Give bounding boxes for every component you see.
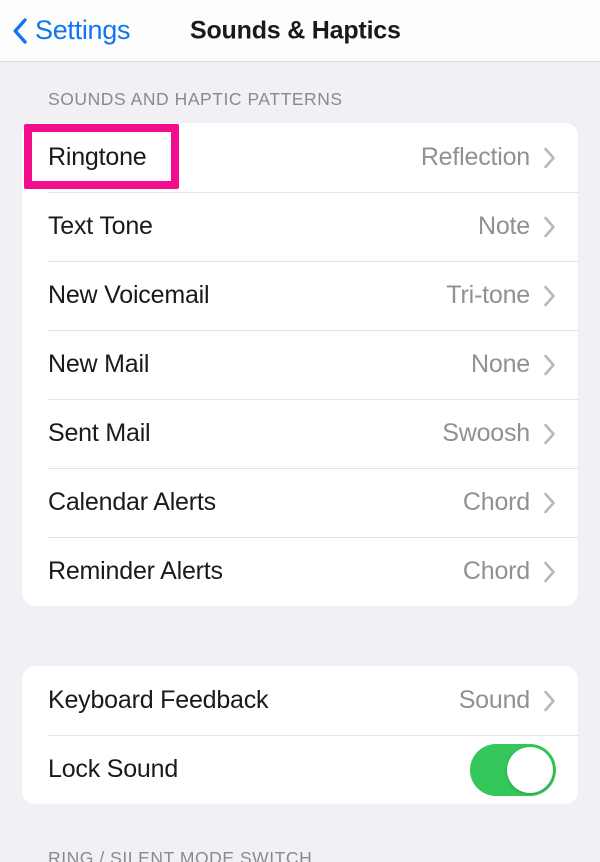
row-label: New Voicemail: [48, 281, 210, 309]
section-header-ring-silent-mode-switch: RING / SILENT MODE SWITCH: [48, 848, 313, 862]
row-new-voicemail[interactable]: New Voicemail Tri-tone: [22, 261, 578, 330]
keyboard-and-lock-sound-card: Keyboard Feedback Sound Lock Sound: [22, 666, 578, 804]
row-accessory-group: Note: [478, 212, 556, 241]
row-value: None: [471, 350, 530, 378]
row-accessory-group: Chord: [463, 488, 556, 517]
disclosure-chevron-icon: [543, 216, 556, 238]
row-accessory-group: [470, 743, 556, 796]
row-ringtone[interactable]: Ringtone Reflection: [22, 123, 578, 192]
row-reminder-alerts[interactable]: Reminder Alerts Chord: [22, 537, 578, 606]
back-button-label: Settings: [35, 15, 131, 45]
row-label: Text Tone: [48, 212, 153, 240]
row-value: Note: [477, 212, 530, 240]
row-value: Chord: [462, 488, 530, 516]
page-title: Sounds & Haptics: [190, 16, 401, 44]
back-button[interactable]: Settings: [0, 17, 130, 45]
row-label: Calendar Alerts: [48, 488, 216, 516]
row-label: Sent Mail: [48, 419, 151, 447]
row-value: Chord: [462, 557, 530, 585]
disclosure-chevron-icon: [543, 285, 556, 307]
row-label: Reminder Alerts: [48, 557, 223, 585]
sounds-and-haptic-patterns-card: Ringtone Reflection Text Tone Note New V…: [22, 123, 578, 606]
toggle-knob: [507, 746, 553, 793]
row-label: Ringtone: [48, 143, 147, 171]
row-value: Sound: [458, 686, 530, 714]
row-accessory-group: Tri-tone: [446, 281, 556, 310]
row-lock-sound[interactable]: Lock Sound: [22, 735, 578, 804]
row-calendar-alerts[interactable]: Calendar Alerts Chord: [22, 468, 578, 537]
row-value: Tri-tone: [446, 281, 530, 309]
row-label: Keyboard Feedback: [48, 686, 269, 714]
disclosure-chevron-icon: [543, 561, 556, 583]
row-accessory-group: None: [471, 350, 556, 379]
row-new-mail[interactable]: New Mail None: [22, 330, 578, 399]
chevron-left-icon: [12, 17, 28, 45]
navigation-bar: Settings Sounds & Haptics: [0, 0, 600, 62]
disclosure-chevron-icon: [543, 690, 556, 712]
settings-screen: Settings Sounds & Haptics SOUNDS AND HAP…: [0, 0, 600, 862]
row-value: Swoosh: [442, 419, 530, 447]
row-accessory-group: Sound: [459, 686, 556, 715]
row-label: Lock Sound: [48, 755, 179, 783]
row-keyboard-feedback[interactable]: Keyboard Feedback Sound: [22, 666, 578, 735]
disclosure-chevron-icon: [543, 492, 556, 514]
row-label: New Mail: [48, 350, 150, 378]
section-header-sounds-and-haptic-patterns: SOUNDS AND HAPTIC PATTERNS: [48, 89, 343, 109]
lock-sound-toggle[interactable]: [470, 743, 556, 796]
row-accessory-group: Reflection: [421, 143, 556, 172]
settings-content: SOUNDS AND HAPTIC PATTERNS Ringtone Refl…: [0, 62, 600, 862]
disclosure-chevron-icon: [543, 147, 556, 169]
disclosure-chevron-icon: [543, 423, 556, 445]
disclosure-chevron-icon: [543, 354, 556, 376]
row-sent-mail[interactable]: Sent Mail Swoosh: [22, 399, 578, 468]
row-text-tone[interactable]: Text Tone Note: [22, 192, 578, 261]
row-accessory-group: Swoosh: [442, 419, 556, 448]
row-accessory-group: Chord: [463, 557, 556, 586]
row-value: Reflection: [420, 143, 530, 171]
